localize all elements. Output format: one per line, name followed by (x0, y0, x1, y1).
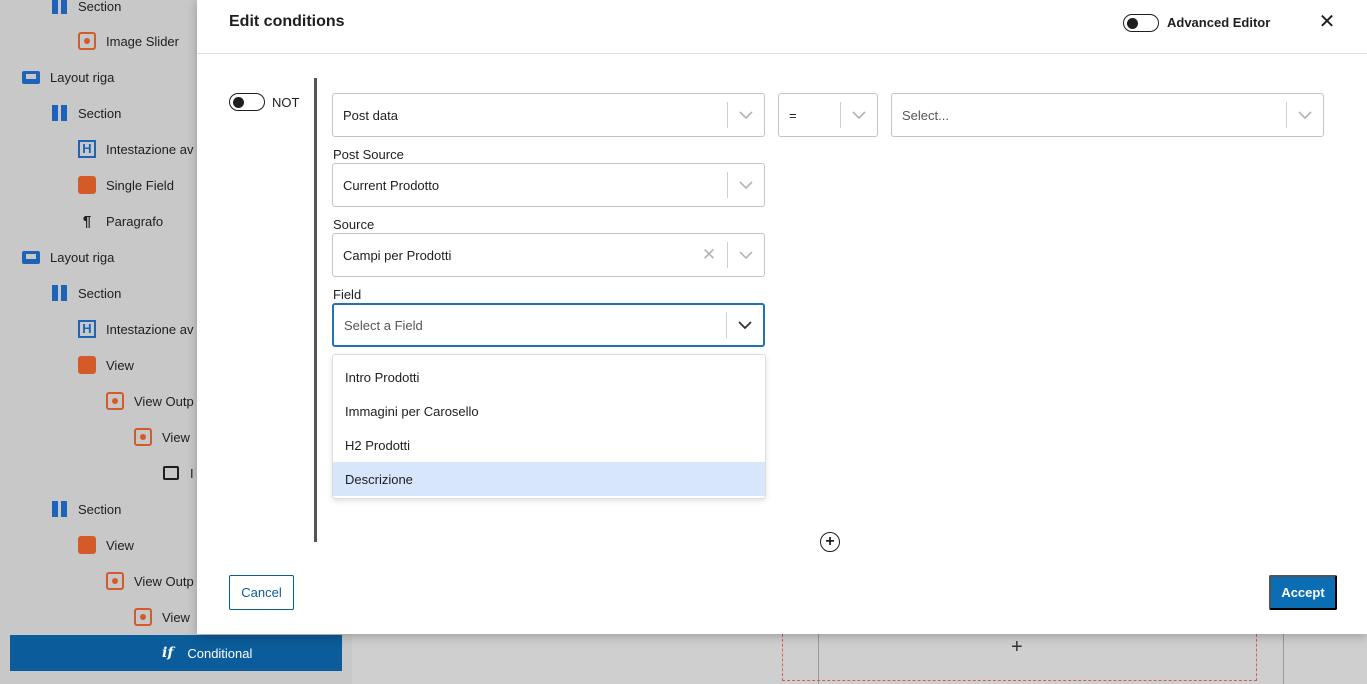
list-item[interactable]: Section (50, 95, 121, 131)
add-block-icon[interactable]: + (1011, 636, 1023, 659)
list-item[interactable]: Layout riga (22, 59, 114, 95)
single-field-icon (78, 176, 96, 194)
field-option-highlighted[interactable]: Descrizione (333, 462, 765, 496)
chevron-down-icon[interactable] (728, 164, 764, 206)
edit-conditions-modal: Edit conditions Advanced Editor ✕ NOT Po… (197, 0, 1367, 634)
view-loop-icon (134, 428, 152, 446)
value-select[interactable]: Select... (891, 93, 1324, 137)
conditional-icon: if (162, 645, 174, 661)
not-toggle[interactable] (229, 93, 265, 111)
field-option[interactable]: H2 Prodotti (333, 428, 765, 462)
condition-group-bar (314, 78, 317, 542)
post-source-label: Post Source (333, 147, 404, 162)
accept-button[interactable]: Accept (1269, 575, 1337, 610)
list-item[interactable]: ¶ Paragrafo (78, 203, 163, 239)
chevron-down-icon[interactable] (728, 234, 764, 276)
list-item[interactable]: Section (50, 275, 121, 311)
field-options-menu: Intro Prodotti Immagini per Carosello H2… (332, 354, 766, 499)
list-item[interactable]: View (134, 599, 190, 635)
list-item[interactable]: Image Slider (78, 23, 179, 59)
divider (1283, 634, 1284, 684)
section-icon (50, 104, 68, 122)
modal-header: Edit conditions Advanced Editor ✕ (197, 0, 1367, 54)
field-option[interactable]: Immagini per Carosello (333, 394, 765, 428)
image-slider-icon (78, 32, 96, 50)
advanced-editor-toggle[interactable] (1123, 14, 1159, 32)
cancel-button[interactable]: Cancel (229, 575, 294, 610)
source-select[interactable]: Campi per Prodotti ✕ (332, 233, 765, 277)
chevron-down-icon[interactable] (841, 94, 877, 136)
field-label: Field (333, 287, 362, 302)
chevron-down-icon[interactable] (728, 94, 764, 136)
view-icon (78, 356, 96, 374)
list-item[interactable]: I (162, 455, 194, 491)
list-item[interactable]: View (134, 419, 190, 455)
section-icon (50, 284, 68, 302)
list-item[interactable]: View (78, 527, 134, 563)
list-item[interactable]: Layout riga (22, 239, 114, 275)
post-source-select[interactable]: Current Prodotto (332, 163, 765, 207)
view-icon (78, 536, 96, 554)
list-item[interactable]: H Intestazione av (78, 131, 193, 167)
chevron-down-icon[interactable] (1287, 94, 1323, 136)
add-condition-icon[interactable]: + (820, 532, 840, 552)
list-item[interactable]: View (78, 347, 134, 383)
view-output-icon (106, 572, 124, 590)
paragraph-icon: ¶ (82, 212, 92, 230)
chevron-down-icon[interactable] (727, 304, 763, 346)
heading-icon: H (78, 320, 96, 338)
list-item[interactable]: View Outp (106, 383, 194, 419)
list-item[interactable]: H Intestazione av (78, 311, 193, 347)
source-label: Source (333, 217, 375, 232)
field-select[interactable]: Select a Field (332, 303, 765, 347)
list-item-selected[interactable]: if Conditional (10, 635, 342, 671)
section-icon (50, 500, 68, 518)
clear-icon[interactable]: ✕ (691, 234, 727, 276)
section-icon (50, 0, 68, 15)
list-item[interactable]: View Outp (106, 563, 194, 599)
condition-type-select[interactable]: Post data (332, 93, 765, 137)
list-item[interactable]: Single Field (78, 167, 174, 203)
layout-row-icon (22, 248, 40, 266)
advanced-editor-label: Advanced Editor (1167, 15, 1271, 30)
image-icon (162, 464, 180, 482)
operator-select[interactable]: = (778, 93, 878, 137)
heading-icon: H (78, 140, 96, 158)
close-icon[interactable]: ✕ (1317, 11, 1337, 33)
view-output-icon (106, 392, 124, 410)
layout-row-icon (22, 68, 40, 86)
list-item[interactable]: Section (50, 491, 121, 527)
view-loop-icon (134, 608, 152, 626)
field-option[interactable]: Intro Prodotti (333, 360, 765, 394)
modal-title: Edit conditions (229, 13, 345, 30)
not-label: NOT (272, 95, 300, 110)
list-item[interactable]: Section (50, 0, 121, 24)
